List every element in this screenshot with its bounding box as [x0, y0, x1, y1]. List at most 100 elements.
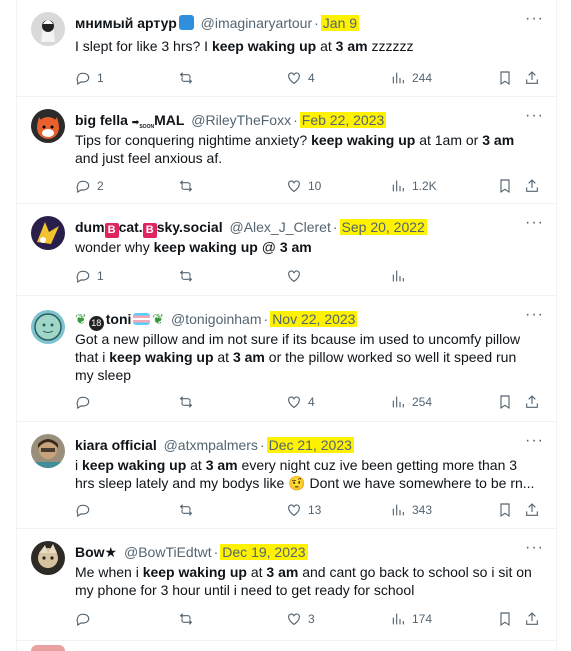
share-button[interactable]: [524, 609, 540, 629]
user-handle[interactable]: @Alex_J_Cleret: [229, 219, 330, 235]
tweet[interactable]: мнимый артур @imaginaryartour · Jan 9 ··· …: [17, 0, 556, 97]
share-button[interactable]: [524, 176, 540, 196]
bookmark-button[interactable]: [497, 68, 513, 88]
more-options-icon[interactable]: ···: [525, 432, 544, 450]
avatar[interactable]: [31, 109, 65, 143]
more-options-icon[interactable]: ···: [525, 107, 544, 125]
heart-icon: [288, 270, 300, 283]
views-button[interactable]: 174: [390, 609, 432, 629]
share-icon: [526, 395, 538, 408]
display-name[interactable]: Bow★: [75, 544, 117, 560]
next-tweet-avatar-peek: [31, 645, 65, 651]
retweet-icon: [179, 613, 193, 625]
share-button[interactable]: [524, 68, 540, 88]
views-icon: [392, 504, 404, 516]
avatar[interactable]: [31, 216, 65, 250]
tweet-text: I slept for like 3 hrs? I keep waking up…: [75, 38, 414, 54]
tweet-date[interactable]: Dec 21, 2023: [266, 437, 354, 453]
retweet-button[interactable]: [178, 609, 200, 629]
tweet[interactable]: Bow★ @BowTiEdtwt · Dec 19, 2023 ··· Me whe…: [17, 529, 556, 641]
reply-icon: [76, 396, 90, 410]
share-button[interactable]: [524, 500, 540, 520]
display-name[interactable]: мнимый артур: [75, 15, 177, 31]
seedling-emoji-icon: ❦: [75, 311, 87, 327]
timeline-border-right: [556, 0, 557, 651]
views-button[interactable]: 254: [390, 392, 432, 412]
retweet-button[interactable]: [178, 68, 200, 88]
bookmark-button[interactable]: [497, 609, 513, 629]
trans-flag-icon: [133, 313, 151, 325]
user-handle[interactable]: @imaginaryartour: [201, 15, 312, 31]
tweet[interactable]: kiara official @atxmpalmers · Dec 21, 2023…: [17, 422, 556, 529]
tweet-date[interactable]: Dec 19, 2023: [220, 544, 308, 560]
bookmark-icon: [500, 612, 510, 627]
more-options-icon[interactable]: ···: [525, 306, 544, 324]
like-button[interactable]: 3: [286, 609, 315, 629]
user-handle[interactable]: @tonigoinham: [171, 311, 262, 327]
tweet-text: i keep waking up at 3 am every night cuz…: [75, 457, 535, 491]
bookmark-button[interactable]: [497, 176, 513, 196]
heart-icon: [288, 72, 300, 85]
b-badge-icon: B: [104, 223, 119, 238]
like-button[interactable]: 10: [286, 176, 321, 196]
like-button[interactable]: 4: [286, 68, 315, 88]
tweet-text: Tips for conquering nightime anxiety? ke…: [75, 132, 515, 166]
bookmark-icon: [500, 503, 510, 518]
more-options-icon[interactable]: ···: [525, 539, 544, 557]
user-handle[interactable]: @RileyTheFoxx: [191, 112, 291, 128]
tweet[interactable]: big fella ➡SOONMAL @RileyTheFoxx · Feb 22,…: [17, 97, 556, 204]
more-options-icon[interactable]: ···: [525, 214, 544, 232]
retweet-button[interactable]: [178, 266, 200, 286]
display-name-prefix[interactable]: dum: [75, 219, 105, 235]
views-button[interactable]: [390, 266, 412, 286]
reply-icon: [76, 504, 90, 518]
retweet-icon: [179, 504, 193, 516]
display-name[interactable]: big fella: [75, 112, 128, 128]
b-badge-icon: B: [142, 223, 157, 238]
like-button[interactable]: 4: [286, 392, 315, 412]
share-button[interactable]: [524, 392, 540, 412]
views-button[interactable]: 343: [390, 500, 432, 520]
tweet-date[interactable]: Feb 22, 2023: [299, 112, 387, 128]
display-name[interactable]: sky.social: [157, 219, 223, 235]
retweet-icon: [179, 180, 193, 192]
reply-button[interactable]: 1: [75, 266, 104, 286]
reply-button[interactable]: [75, 392, 97, 412]
reply-button[interactable]: [75, 609, 97, 629]
more-options-icon[interactable]: ···: [525, 10, 544, 28]
views-button[interactable]: 1.2K: [390, 176, 437, 196]
display-name[interactable]: toni: [106, 311, 132, 327]
retweet-button[interactable]: [178, 500, 200, 520]
share-icon: [526, 179, 538, 192]
retweet-button[interactable]: [178, 392, 200, 412]
bookmark-icon: [500, 395, 510, 410]
avatar[interactable]: [31, 310, 65, 344]
avatar[interactable]: [31, 541, 65, 575]
display-name[interactable]: kiara official: [75, 437, 157, 453]
tweet-text: Got a new pillow and im not sure if its …: [75, 331, 521, 383]
like-button[interactable]: 13: [286, 500, 321, 520]
heart-icon: [288, 504, 300, 517]
views-button[interactable]: 244: [390, 68, 432, 88]
age-badge-icon: 18: [88, 316, 104, 331]
reply-button[interactable]: 1: [75, 68, 104, 88]
avatar[interactable]: [31, 434, 65, 468]
like-button[interactable]: [286, 266, 308, 286]
tweet-date[interactable]: Jan 9: [320, 15, 360, 31]
reply-button[interactable]: 2: [75, 176, 104, 196]
avatar[interactable]: [31, 12, 65, 46]
retweet-icon: [179, 72, 193, 84]
tweet[interactable]: ❦ 18 toni ❦ @tonigoinham · Nov 22, 2023 ··· G…: [17, 296, 556, 422]
reply-icon: [76, 180, 90, 194]
tweet-date[interactable]: Nov 22, 2023: [270, 311, 358, 327]
user-handle[interactable]: @BowTiEdtwt: [124, 544, 212, 560]
tweet[interactable]: dum Bcat. Bsky.social @Alex_J_Cleret · Sep 2…: [17, 204, 556, 296]
bookmark-button[interactable]: [497, 392, 513, 412]
retweet-button[interactable]: [178, 176, 200, 196]
reply-icon: [76, 270, 90, 284]
bookmark-button[interactable]: [497, 500, 513, 520]
display-name-mid[interactable]: cat.: [119, 219, 143, 235]
reply-button[interactable]: [75, 500, 97, 520]
tweet-date[interactable]: Sep 20, 2022: [339, 219, 427, 235]
user-handle[interactable]: @atxmpalmers: [164, 437, 258, 453]
